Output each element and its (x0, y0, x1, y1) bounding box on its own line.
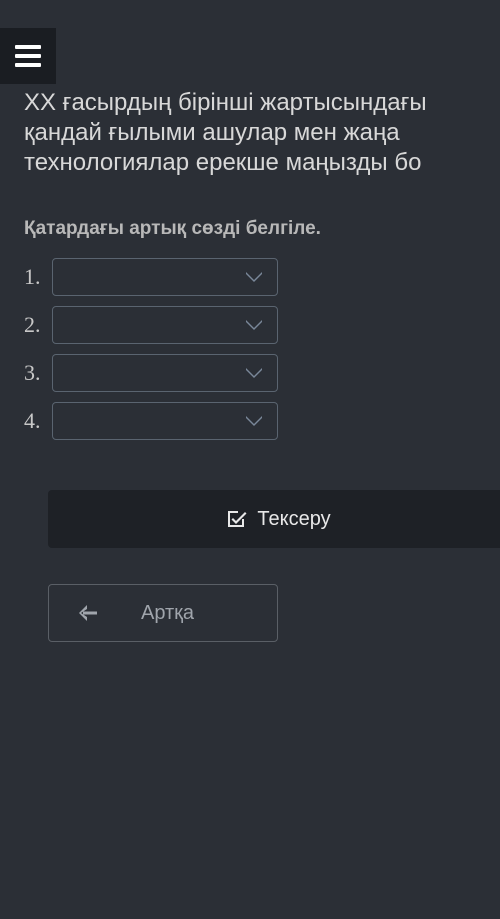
main-content: ХХ ғасырдың бірінші жартысындағы қандай … (0, 0, 500, 642)
question-line-3: технологиялар ерекше маңызды бо (24, 149, 421, 176)
dropdown-row-4: 4. (24, 402, 500, 440)
dropdown-select-4[interactable] (52, 402, 278, 440)
dropdown-select-1[interactable] (52, 258, 278, 296)
dropdown-select-2[interactable] (52, 306, 278, 344)
dropdown-row-2: 2. (24, 306, 500, 344)
question-text: ХХ ғасырдың бірінші жартысындағы қандай … (24, 88, 500, 178)
check-button-label: Тексеру (257, 508, 330, 531)
chevron-down-icon (245, 415, 263, 427)
dropdown-row-3: 3. (24, 354, 500, 392)
arrow-left-icon (79, 605, 97, 621)
dropdown-number-1: 1. (24, 264, 52, 290)
dropdown-select-3[interactable] (52, 354, 278, 392)
dropdown-number-2: 2. (24, 312, 52, 338)
dropdown-number-3: 3. (24, 360, 52, 386)
hamburger-icon (15, 45, 41, 67)
question-line-2: қандай ғылыми ашулар мен жаңа (24, 119, 400, 146)
instruction-text: Қатардағы артық сөзді белгіле. (24, 218, 500, 240)
chevron-down-icon (245, 319, 263, 331)
dropdown-row-1: 1. (24, 258, 500, 296)
check-button[interactable]: Тексеру (48, 490, 500, 548)
chevron-down-icon (245, 367, 263, 379)
dropdown-number-4: 4. (24, 408, 52, 434)
back-button-label: Артқа (141, 602, 194, 625)
check-square-icon (225, 508, 247, 530)
question-line-1: ХХ ғасырдың бірінші жартысындағы (24, 89, 427, 116)
hamburger-menu-button[interactable] (0, 28, 56, 84)
back-button[interactable]: Артқа (48, 584, 278, 642)
chevron-down-icon (245, 271, 263, 283)
